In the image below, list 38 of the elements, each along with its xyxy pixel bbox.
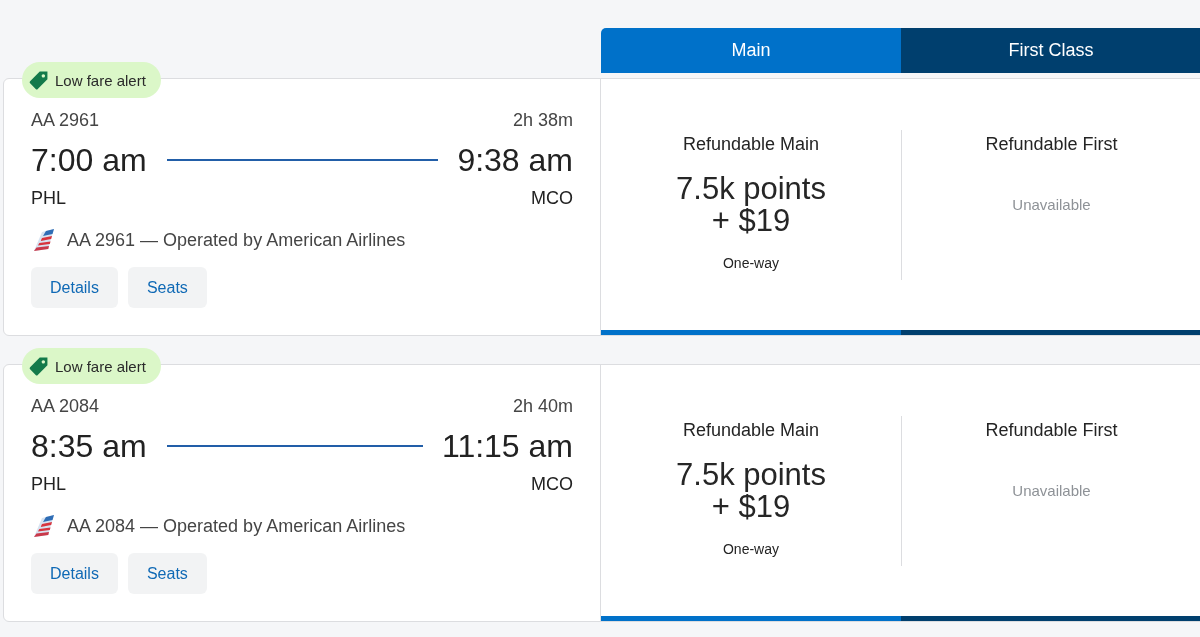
operator-text: AA 2961 — Operated by American Airlines xyxy=(67,229,406,251)
flight-duration: 2h 38m xyxy=(512,110,573,130)
action-button[interactable]: Seats xyxy=(127,553,207,594)
fare-fee: + $19 xyxy=(711,205,791,237)
cabin-header: Main xyxy=(601,28,901,73)
action-button[interactable]: Details xyxy=(31,553,118,594)
arrival-time: 11:15 am xyxy=(441,428,573,464)
arrival-time: 9:38 am xyxy=(457,142,573,178)
departure-time: 8:35 am xyxy=(31,428,147,464)
striped-tail-icon xyxy=(33,515,55,537)
flight-number: AA 2961 xyxy=(31,110,100,130)
flight-duration: 2h 40m xyxy=(512,396,573,416)
fare-name: Refundable Main xyxy=(682,420,820,440)
badge-text: Low fare alert xyxy=(55,71,146,89)
fare-name: Refundable Main xyxy=(682,134,820,154)
fare-fee: + $19 xyxy=(711,491,791,523)
tag-icon xyxy=(28,355,49,377)
destination-code: MCO xyxy=(531,188,573,208)
destination-code: MCO xyxy=(531,474,573,494)
fare-name: Refundable First xyxy=(985,134,1118,154)
trip-type: One-way xyxy=(723,255,779,271)
operator-text: AA 2084 — Operated by American Airlines xyxy=(67,515,406,537)
unavailable-text: Unavailable xyxy=(1012,195,1091,215)
cabin-header: First Class xyxy=(901,28,1200,73)
flight-number: AA 2084 xyxy=(31,396,100,416)
fare-price: 7.5k points xyxy=(676,173,826,205)
departure-time: 7:00 am xyxy=(31,142,147,178)
origin-code: PHL xyxy=(31,474,66,494)
tag-icon xyxy=(28,69,49,91)
trip-type: One-way xyxy=(723,541,779,557)
fare-price: 7.5k points xyxy=(676,459,826,491)
striped-tail-icon xyxy=(33,229,55,251)
fare-name: Refundable First xyxy=(985,420,1118,440)
badge-text: Low fare alert xyxy=(55,357,146,375)
action-button[interactable]: Details xyxy=(31,267,118,308)
unavailable-text: Unavailable xyxy=(1012,481,1091,501)
origin-code: PHL xyxy=(31,188,66,208)
action-button[interactable]: Seats xyxy=(127,267,207,308)
